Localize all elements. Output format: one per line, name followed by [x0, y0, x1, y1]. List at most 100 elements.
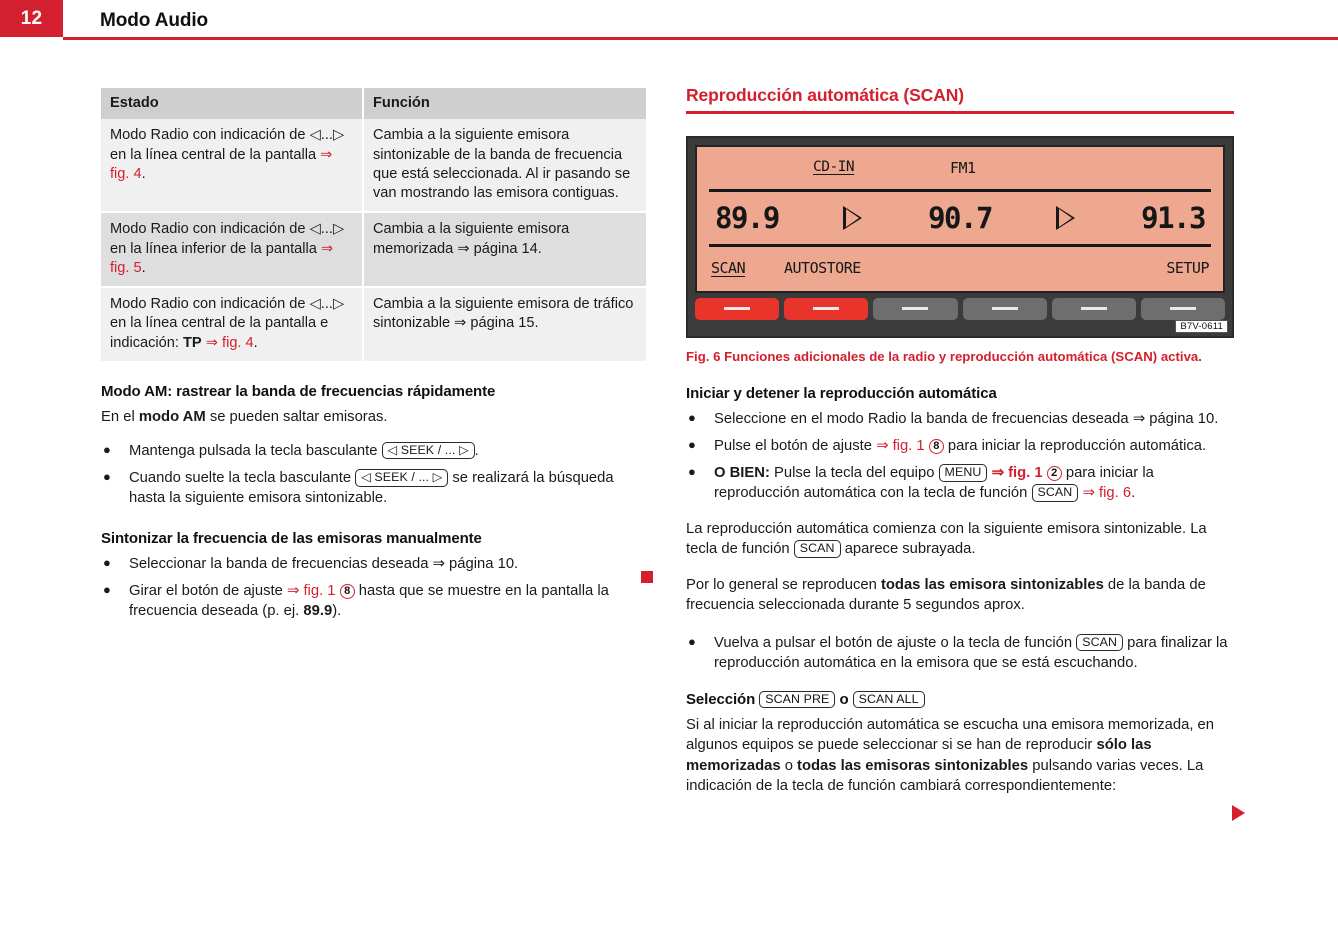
- bullet-dot-icon: ●: [688, 633, 696, 649]
- paragraph-seleccion-mid: o: [780, 757, 798, 774]
- key-menu[interactable]: MENU: [938, 463, 988, 482]
- cell-funcion: Cambia a la siguiente emisora sintonizab…: [363, 119, 646, 213]
- heading-seleccion-label: Selección: [686, 690, 756, 708]
- list-item: ● Cuando suelte la tecla basculante ◁ SEE…: [101, 468, 646, 508]
- table-row: Modo Radio con indicación de ◁...▷ en la…: [101, 286, 646, 361]
- page-title: Modo Audio: [100, 10, 209, 31]
- list-item-text: Seleccionar la banda de frecuencias dese…: [129, 556, 519, 573]
- paragraph-modo-am-bold: modo AM: [138, 408, 206, 425]
- paragraph-general-bold: todas las emisora sintonizables: [880, 577, 1104, 594]
- continuation-marker-icon: [1232, 805, 1245, 821]
- radio-frequency-1: 89.9: [715, 200, 780, 235]
- radio-softkey-row: SCAN AUTOSTORE SETUP: [697, 247, 1223, 293]
- radio-frequency-3: 91.3: [1141, 200, 1206, 235]
- heading-seleccion-conj: o: [839, 690, 849, 708]
- heading-sintonizar: Sintonizar la frecuencia de las emisoras…: [101, 530, 482, 548]
- list-item-text: Vuelva a pulsar el botón de ajuste o la …: [714, 634, 1077, 651]
- page-number-badge: 12: [0, 0, 63, 37]
- list-item-post: .: [474, 442, 479, 459]
- list-item-text: Seleccione en el modo Radio la banda de …: [714, 410, 1219, 427]
- table-header-row: Estado Función: [101, 88, 646, 120]
- radio-button-6[interactable]: [1140, 297, 1226, 320]
- softkey-scan[interactable]: SCAN: [711, 259, 746, 277]
- section-title: Reproducción automática (SCAN): [686, 85, 965, 105]
- radio-screen-top-row: CD-IN FM1: [697, 147, 1223, 189]
- header-divider: [63, 37, 1338, 40]
- play-triangle-icon: [1056, 205, 1077, 230]
- page-header: 12 Modo Audio: [0, 0, 1338, 42]
- figure-code-label: B7V-0611: [1175, 319, 1228, 333]
- button-dash-icon: [991, 307, 1018, 310]
- paragraph-modo-am-post: se pueden saltar emisoras.: [205, 408, 388, 425]
- radio-hardware-buttons: [695, 297, 1226, 320]
- ref-fig-6[interactable]: ⇒ fig. 6: [1082, 485, 1131, 501]
- list-item: ● O BIEN: Pulse la tecla del equipo MENU …: [686, 463, 1234, 503]
- button-dash-icon: [1080, 307, 1107, 310]
- radio-display-figure: CD-IN FM1 89.9 90.7 91.3 SCAN AUTOSTORE: [686, 135, 1234, 338]
- list-item: ● Vuelva a pulsar el botón de ajuste o la…: [686, 633, 1234, 673]
- bullet-dot-icon: ●: [688, 436, 696, 452]
- radio-button-5[interactable]: [1051, 297, 1136, 320]
- list-item: ● Seleccione en el modo Radio la banda de…: [686, 409, 1234, 429]
- radio-band-label[interactable]: FM1: [950, 159, 976, 177]
- cell-funcion: Cambia a la siguiente emisora de tráfico…: [363, 286, 646, 361]
- cell-estado: Modo Radio con indicación de ◁...▷ en la…: [101, 119, 364, 213]
- key-scan-all[interactable]: SCAN ALL: [852, 690, 925, 709]
- button-dash-icon: [724, 307, 751, 310]
- cell-funcion: Cambia a la siguiente emisora memorizada…: [363, 211, 646, 287]
- radio-button-3[interactable]: [873, 297, 958, 320]
- cell-estado-text: Modo Radio con indicación de ◁...▷ en la…: [110, 221, 345, 257]
- list-item-post: .: [1131, 484, 1136, 501]
- key-seek[interactable]: ◁ SEEK / ... ▷: [381, 441, 475, 460]
- list-item: ● Pulse el botón de ajuste ⇒ fig. 1 8 par…: [686, 436, 1234, 456]
- cell-estado-bold: TP: [183, 334, 202, 351]
- paragraph-modo-am-pre: En el: [101, 408, 139, 425]
- radio-screen: CD-IN FM1 89.9 90.7 91.3 SCAN AUTOSTORE: [695, 144, 1225, 293]
- paragraph-comienza-post: aparece subrayada.: [840, 541, 976, 558]
- state-function-table: Estado Función Modo Radio con indicación…: [101, 88, 646, 361]
- figure-caption: Fig. 6 Funciones adicionales de la radio…: [686, 348, 1202, 364]
- key-scan[interactable]: SCAN: [793, 540, 841, 558]
- end-of-section-marker: [641, 571, 653, 583]
- callout-number-2: 2: [1046, 465, 1062, 481]
- bullet-dot-icon: ●: [103, 441, 111, 457]
- list-item: ● Girar el botón de ajuste ⇒ fig. 1 8 has…: [101, 581, 646, 621]
- button-dash-icon: [902, 307, 929, 310]
- radio-button-2[interactable]: [784, 297, 869, 320]
- callout-number-8: 8: [339, 584, 355, 600]
- section-title-divider: [686, 111, 1234, 114]
- list-item-bold: 89.9: [303, 603, 333, 620]
- paragraph-seleccion-bold2: todas las emisoras sintonizables: [797, 757, 1029, 774]
- column-header-funcion: Función: [363, 88, 646, 120]
- radio-source-label[interactable]: CD-IN: [813, 159, 855, 175]
- ref-fig-1[interactable]: ⇒ fig. 1: [876, 438, 925, 454]
- key-scan[interactable]: SCAN: [1076, 633, 1124, 652]
- cell-estado-post: .: [141, 165, 146, 182]
- list-item-text: Girar el botón de ajuste: [129, 583, 287, 600]
- bullet-dot-icon: ●: [688, 409, 696, 425]
- radio-button-4[interactable]: [962, 297, 1047, 320]
- list-item: ● Seleccionar la banda de frecuencias des…: [101, 554, 646, 574]
- button-dash-icon: [813, 307, 840, 310]
- cell-estado: Modo Radio con indicación de ◁...▷ en la…: [101, 211, 364, 287]
- cell-estado-post: .: [141, 259, 146, 276]
- paragraph-seleccion: Si al iniciar la reproducción automática…: [686, 715, 1234, 795]
- cell-estado-ref[interactable]: ⇒ fig. 4: [206, 335, 254, 351]
- ref-fig-1[interactable]: ⇒ fig. 1: [992, 465, 1043, 481]
- list-item-text: Cuando suelte la tecla basculante: [129, 469, 356, 486]
- softkey-autostore[interactable]: AUTOSTORE: [784, 259, 861, 277]
- key-scan-pre[interactable]: SCAN PRE: [759, 690, 836, 709]
- list-item-text: Pulse la tecla del equipo: [769, 464, 939, 481]
- key-seek[interactable]: ◁ SEEK / ... ▷: [355, 468, 449, 487]
- softkey-setup[interactable]: SETUP: [1166, 259, 1209, 277]
- radio-button-1[interactable]: [695, 297, 780, 320]
- radio-frequency-2: 90.7: [928, 200, 993, 235]
- button-dash-icon: [1169, 307, 1196, 310]
- list-item-post: para iniciar la reproducción automática.: [943, 437, 1207, 454]
- heading-iniciar-detener: Iniciar y detener la reproducción automá…: [686, 384, 997, 402]
- ref-fig-1[interactable]: ⇒ fig. 1: [287, 583, 336, 599]
- paragraph-comienza: La reproducción automática comienza con …: [686, 519, 1234, 559]
- paragraph-modo-am: En el modo AM se pueden saltar emisoras.: [101, 407, 646, 427]
- callout-number-8: 8: [928, 438, 944, 454]
- key-scan[interactable]: SCAN: [1031, 483, 1079, 502]
